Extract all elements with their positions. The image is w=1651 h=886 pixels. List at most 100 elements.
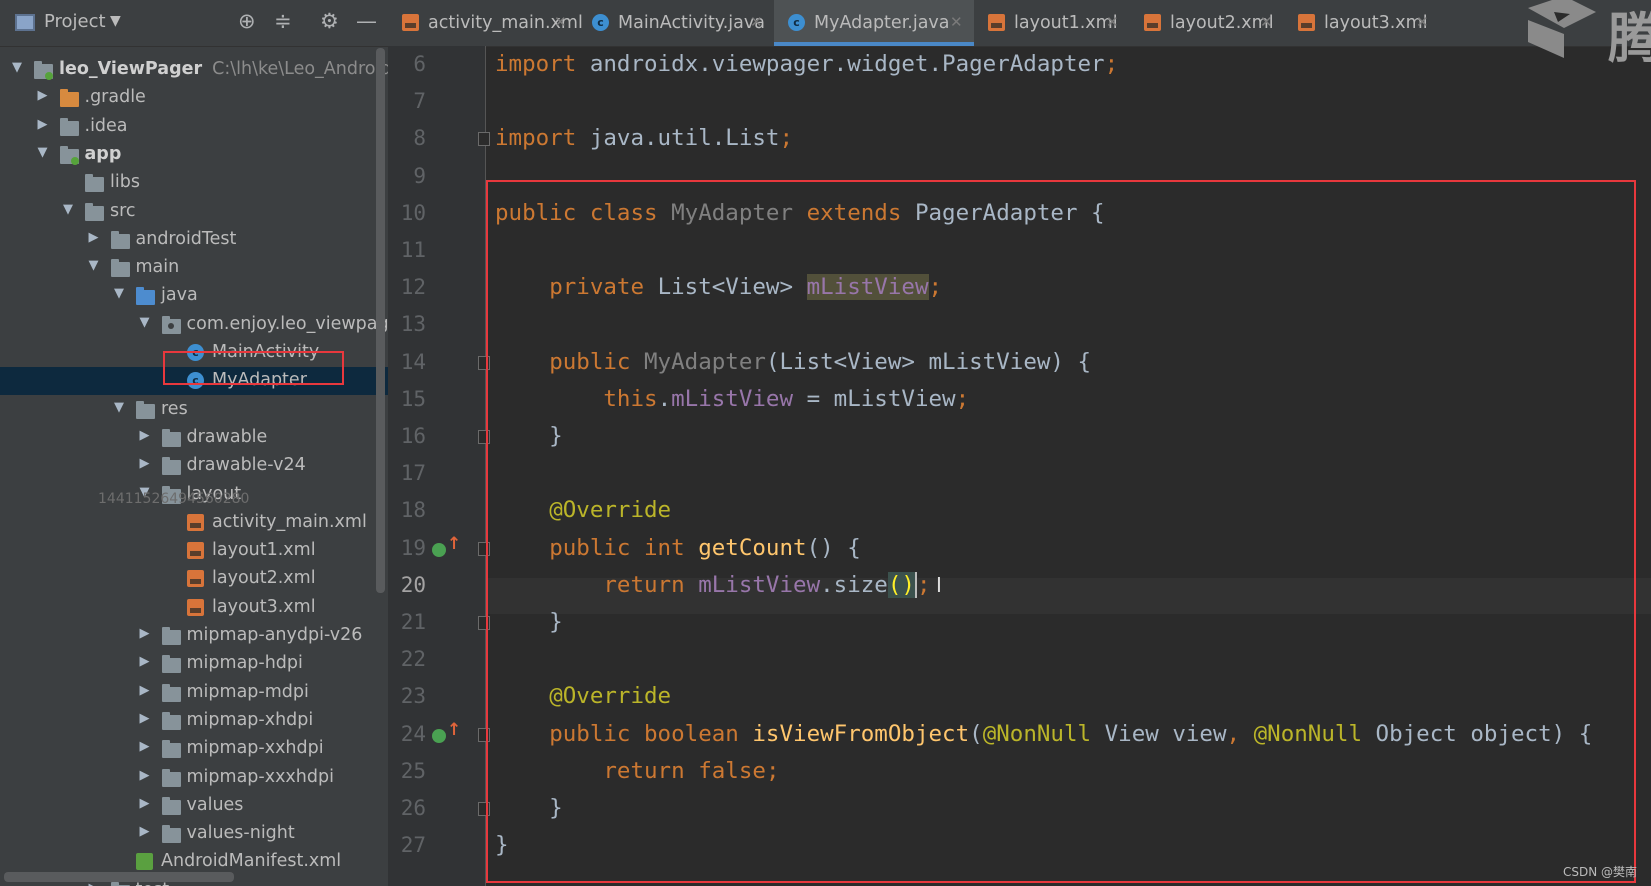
fold-marker-icon[interactable] — [478, 132, 490, 147]
tree-item[interactable]: ▶ mipmap-xhdpi — [0, 707, 388, 735]
tree-item[interactable]: layout1.xml — [0, 537, 388, 565]
tree-item-label: AndroidManifest.xml — [161, 851, 342, 872]
expand-arrow-right-icon[interactable]: ▶ — [89, 230, 103, 245]
mouse-ibeam-cursor-icon: I — [936, 573, 942, 597]
project-view-selector[interactable]: Project — [44, 11, 106, 32]
xml-file-icon — [187, 513, 204, 531]
module-folder-icon — [59, 145, 79, 165]
tree-item[interactable]: ▶ androidTest — [0, 226, 388, 254]
expand-arrow-right-icon[interactable]: ▶ — [140, 768, 154, 783]
tree-item-label: drawable — [186, 426, 268, 447]
editor-tab[interactable]: activity_main.xml ✕ — [388, 0, 583, 46]
tree-item-label: drawable-v24 — [186, 455, 306, 476]
editor-tab[interactable]: layout2.xml ✕ — [1130, 0, 1284, 46]
tree-item[interactable]: ▼ src — [0, 198, 388, 226]
tree-item-label-wrap: main — [136, 257, 180, 277]
line-number: 15 — [400, 386, 426, 411]
tree-item[interactable]: ▶ mipmap-xxhdpi — [0, 735, 388, 763]
project-panel-header: Project ▼ ⊕ ≑ ⚙ — — [0, 0, 388, 47]
tree-item[interactable]: ▼ leo_ViewPager C:\lh\ke\Leo_AndroidBa — [0, 56, 388, 84]
expand-arrow-right-icon[interactable]: ▶ — [140, 683, 154, 698]
expand-arrow-right-icon[interactable]: ▶ — [140, 654, 154, 669]
close-tab-icon[interactable]: ✕ — [750, 13, 763, 31]
highlight-box-myadapter — [163, 351, 344, 385]
tree-item[interactable]: ▶ drawable — [0, 424, 388, 452]
tree-item[interactable]: ▼ java — [0, 282, 388, 310]
tree-item[interactable]: ▼ res — [0, 396, 388, 424]
close-tab-icon[interactable]: ✕ — [1260, 13, 1273, 31]
code-token: ; — [779, 125, 794, 152]
tree-item-label: values — [186, 794, 244, 815]
close-tab-icon[interactable]: ✕ — [554, 13, 567, 31]
tree-item-label: src — [110, 200, 136, 221]
expand-arrow-right-icon[interactable]: ▶ — [140, 428, 154, 443]
tree-item[interactable]: ▶ mipmap-anydpi-v26 — [0, 622, 388, 650]
expand-arrow-right-icon[interactable]: ▶ — [140, 796, 154, 811]
expand-arrow-down-icon[interactable]: ▼ — [140, 315, 154, 330]
editor-tab[interactable]: c MainActivity.java ✕ — [578, 0, 774, 46]
tree-item[interactable]: ▼ main — [0, 254, 388, 282]
expand-arrow-right-icon[interactable]: ▶ — [140, 456, 154, 471]
editor-tab[interactable]: c MyAdapter.java ✕ — [774, 0, 974, 46]
expand-arrow-right-icon[interactable]: ▶ — [140, 626, 154, 641]
tree-item[interactable]: layout2.xml — [0, 565, 388, 593]
collapse-all-icon[interactable]: ≑ — [274, 9, 292, 33]
folder-icon — [161, 457, 181, 476]
expand-arrow-right-icon[interactable]: ▶ — [38, 117, 52, 132]
tree-item[interactable]: ▶ mipmap-mdpi — [0, 679, 388, 707]
tree-item[interactable]: ▼ com.enjoy.leo_viewpager — [0, 311, 388, 339]
gear-icon[interactable]: ⚙ — [320, 9, 339, 33]
brand-logo-text: 腾 — [1608, 7, 1651, 70]
locate-file-icon[interactable]: ⊕ — [238, 9, 256, 33]
code-token: androidx.viewpager.widget.PagerAdapter — [576, 51, 1105, 77]
tree-item-label: .idea — [84, 115, 128, 136]
tree-item[interactable]: layout3.xml — [0, 594, 388, 622]
tree-item[interactable]: libs — [0, 169, 388, 197]
expand-arrow-down-icon[interactable]: ▼ — [63, 202, 77, 217]
expand-arrow-down-icon[interactable]: ▼ — [12, 60, 26, 75]
expand-arrow-down-icon[interactable]: ▼ — [89, 258, 103, 273]
editor-tab[interactable]: layout1.xml ✕ — [974, 0, 1130, 46]
tab-label: MyAdapter.java — [814, 13, 950, 33]
tree-item[interactable]: activity_main.xml — [0, 509, 388, 537]
tree-item-label: res — [161, 398, 188, 419]
expand-arrow-down-icon[interactable]: ▼ — [38, 145, 52, 160]
close-tab-icon[interactable]: ✕ — [1416, 13, 1429, 31]
tree-vertical-scrollbar[interactable] — [376, 48, 385, 593]
tree-item-label: com.enjoy.leo_viewpager — [186, 313, 389, 334]
close-tab-icon[interactable]: ✕ — [1106, 13, 1119, 31]
xml-file-icon — [1298, 14, 1315, 31]
expand-arrow-right-icon[interactable]: ▶ — [140, 739, 154, 754]
tree-item[interactable]: ▶ mipmap-xxxhdpi — [0, 764, 388, 792]
tree-item[interactable]: ▶ mipmap-hdpi — [0, 650, 388, 678]
expand-arrow-down-icon[interactable]: ▼ — [114, 400, 128, 415]
code-line[interactable]: import androidx.viewpager.widget.PagerAd… — [495, 46, 1118, 82]
tree-item-label: app — [84, 143, 122, 164]
tree-item-label-wrap: values — [187, 795, 244, 815]
hide-panel-icon[interactable]: — — [356, 9, 377, 33]
tree-item-label-wrap: mipmap-anydpi-v26 — [187, 625, 363, 645]
expand-arrow-right-icon[interactable]: ▶ — [140, 824, 154, 839]
expand-arrow-right-icon[interactable]: ▶ — [140, 711, 154, 726]
java-class-icon: c — [592, 14, 609, 31]
tree-item[interactable]: ▶ values — [0, 792, 388, 820]
close-tab-icon[interactable]: ✕ — [950, 13, 963, 31]
line-number: 17 — [400, 461, 426, 486]
line-number: 10 — [400, 200, 426, 225]
expand-arrow-down-icon[interactable]: ▼ — [114, 286, 128, 301]
tree-item[interactable]: ▶ .gradle — [0, 84, 388, 112]
chevron-down-icon[interactable]: ▼ — [110, 13, 121, 29]
tree-item[interactable]: ▶ values-night — [0, 820, 388, 848]
tree-horizontal-scrollbar[interactable] — [4, 872, 234, 882]
expand-arrow-right-icon[interactable]: ▶ — [38, 88, 52, 103]
tab-label: layout1.xml — [1014, 13, 1118, 33]
tree-item-label-wrap: mipmap-xxhdpi — [187, 738, 324, 758]
editor-tab[interactable]: layout3.xml ✕ — [1284, 0, 1440, 46]
tree-item-label-wrap: AndroidManifest.xml — [161, 851, 341, 871]
tree-item[interactable]: ▶ .idea — [0, 113, 388, 141]
override-gutter-icon[interactable] — [432, 534, 461, 557]
tree-item[interactable]: ▶ drawable-v24 — [0, 452, 388, 480]
override-gutter-icon[interactable] — [432, 720, 461, 743]
code-line[interactable]: import java.util.List; — [495, 120, 793, 156]
tree-item[interactable]: ▼ app — [0, 141, 388, 169]
